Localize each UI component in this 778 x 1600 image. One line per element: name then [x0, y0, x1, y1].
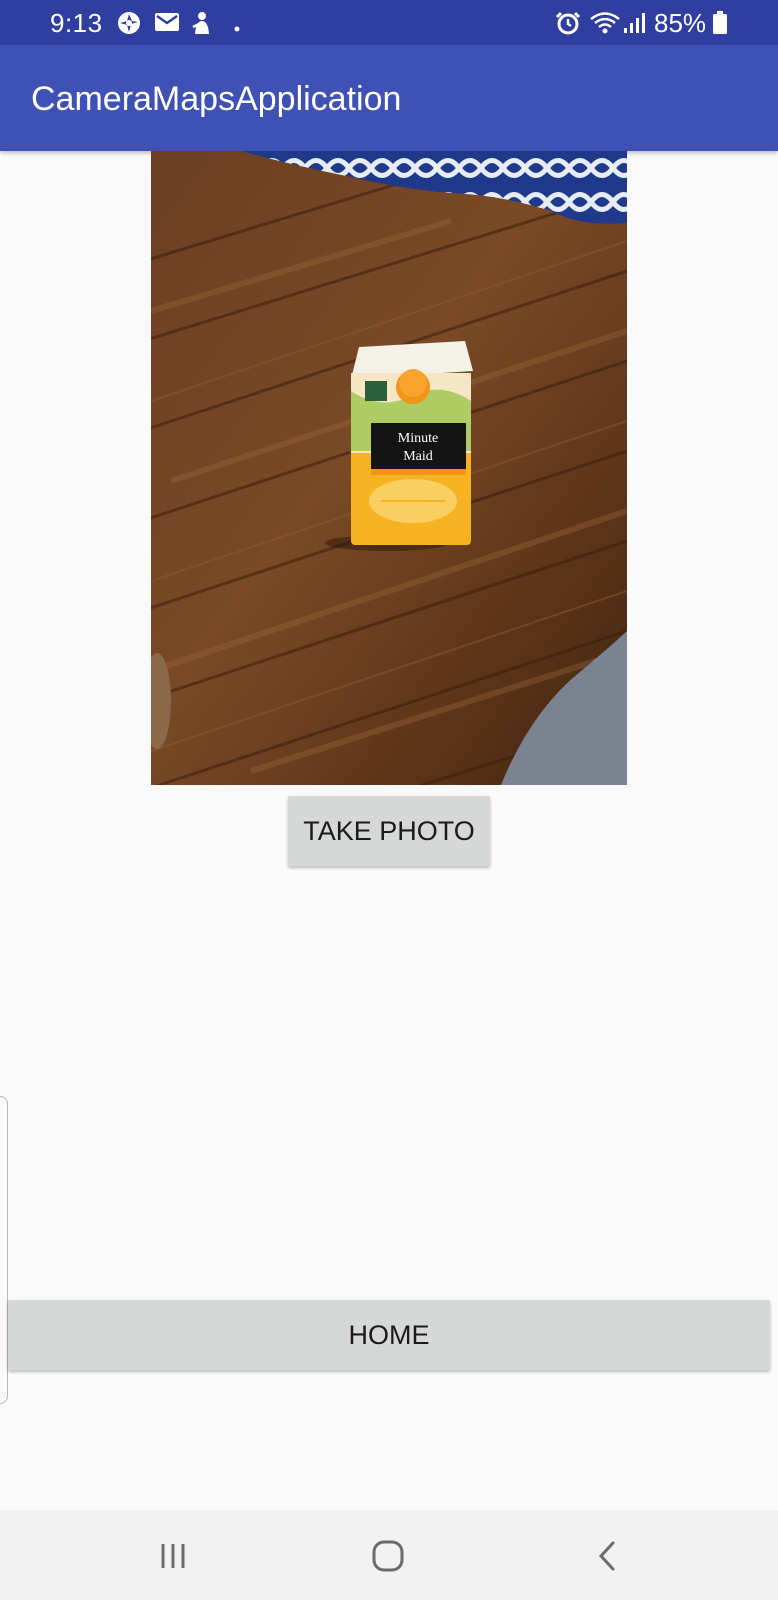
signal-icon: [623, 11, 645, 40]
status-time: 9:13: [50, 8, 103, 38]
alarm-icon: [555, 11, 581, 40]
home-icon: [372, 1540, 404, 1572]
navigation-bar: [0, 1510, 778, 1600]
edge-panel-handle[interactable]: [0, 1096, 8, 1404]
app-title: CameraMapsApplication: [31, 80, 402, 118]
battery-icon: [712, 11, 728, 40]
svg-text:Minute: Minute: [398, 431, 438, 446]
battery-percent: 85%: [654, 8, 707, 38]
gmail-icon: [154, 11, 180, 38]
home-button[interactable]: HOME: [8, 1300, 770, 1370]
back-icon: [598, 1541, 615, 1571]
person-icon: [191, 11, 213, 40]
system-home-button[interactable]: [328, 1510, 448, 1600]
take-photo-button[interactable]: TAKE PHOTO: [288, 796, 490, 866]
recent-apps-icon: [161, 1544, 185, 1568]
recent-apps-button[interactable]: [113, 1510, 233, 1600]
status-bar: 9:13 85%: [0, 0, 778, 45]
captured-photo: Minute Maid: [151, 151, 627, 785]
app-bar: CameraMapsApplication: [0, 45, 778, 151]
notification-dot-icon: [234, 19, 240, 37]
back-button[interactable]: [549, 1510, 669, 1600]
camera-aperture-icon: [117, 11, 141, 40]
svg-text:Maid: Maid: [403, 449, 433, 464]
wifi-icon: [589, 11, 621, 40]
